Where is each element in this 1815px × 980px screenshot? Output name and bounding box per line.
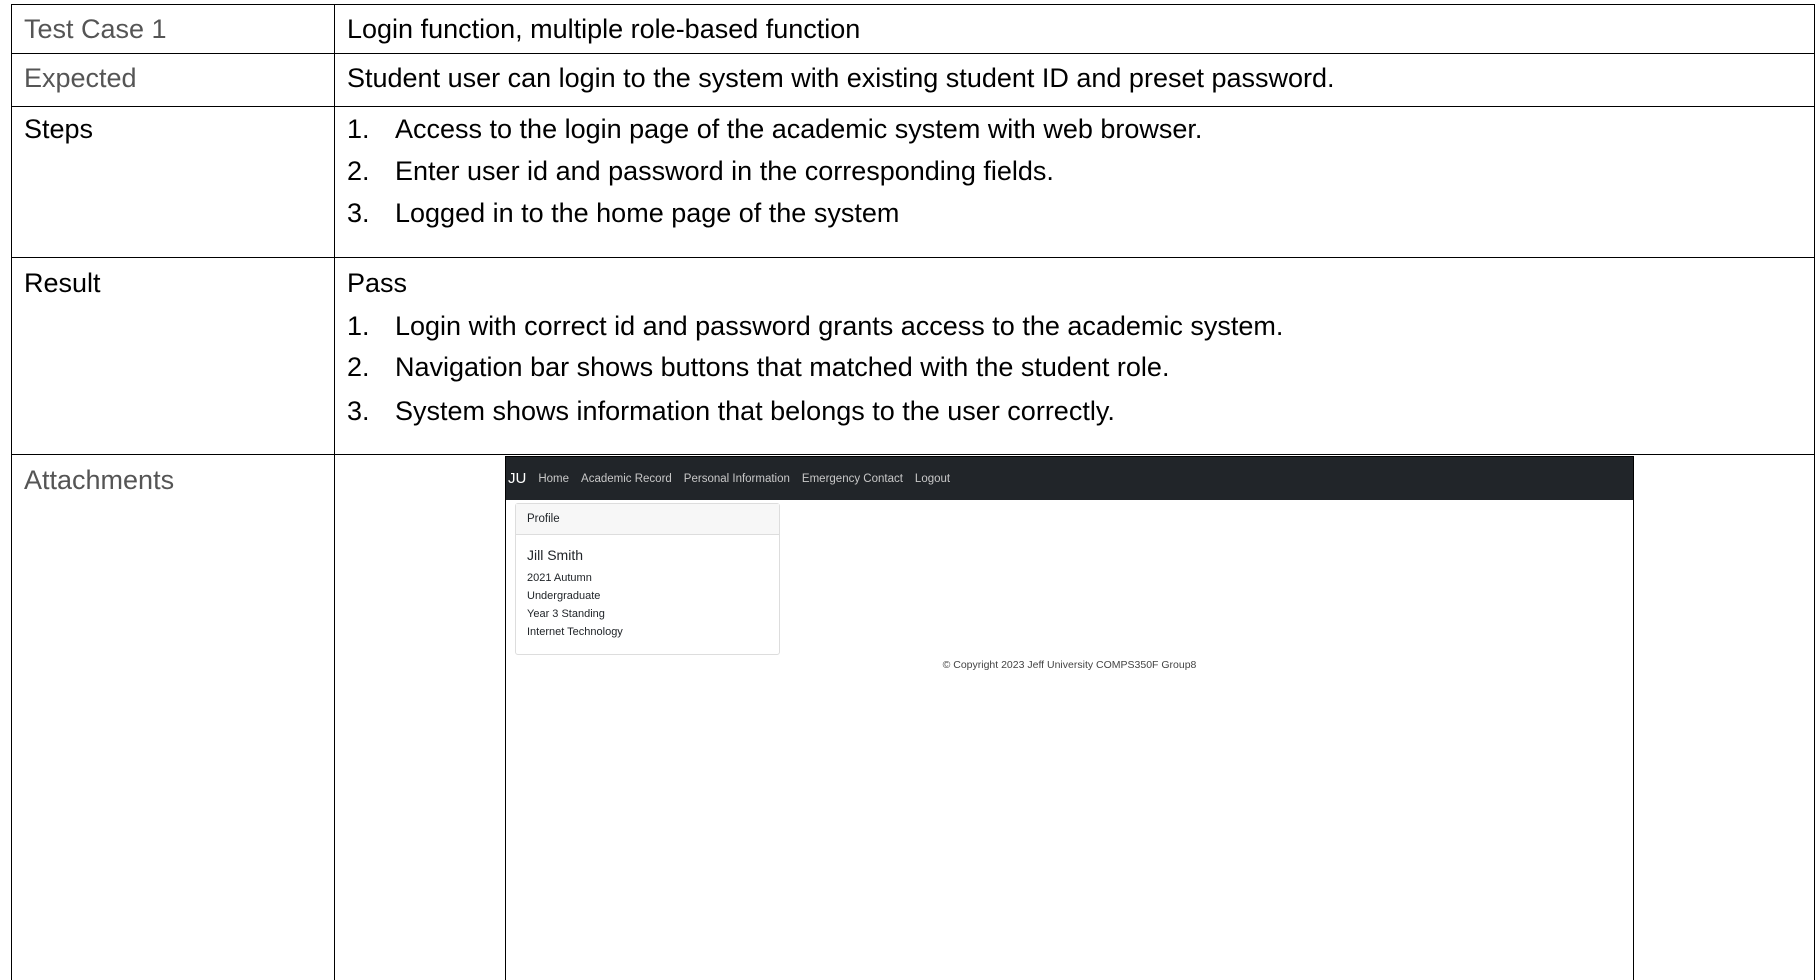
step-text: Access to the login page of the academic… bbox=[395, 113, 1203, 144]
list-item: 3. Logged in to the home page of the sys… bbox=[347, 191, 1814, 235]
list-item: 1. Login with correct id and password gr… bbox=[347, 308, 1814, 344]
attachments-label-cell: Attachments bbox=[11, 454, 335, 980]
nav-link-logout[interactable]: Logout bbox=[915, 473, 950, 485]
navbar: JU Home Academic Record Personal Informa… bbox=[506, 457, 1633, 500]
list-item: 1. Access to the login page of the acade… bbox=[347, 107, 1814, 151]
profile-standing: Year 3 Standing bbox=[527, 608, 605, 620]
nav-link-academic-record[interactable]: Academic Record bbox=[581, 473, 672, 485]
expected-label-cell: Expected bbox=[11, 53, 335, 107]
brand-logo[interactable]: JU bbox=[508, 470, 526, 487]
step-text: Enter user id and password in the corres… bbox=[395, 155, 1054, 186]
result-text: System shows information that belongs to… bbox=[395, 395, 1115, 426]
expected-label: Expected bbox=[24, 63, 137, 93]
list-item: 3. System shows information that belongs… bbox=[347, 390, 1814, 432]
result-text: Login with correct id and password grant… bbox=[395, 310, 1284, 341]
nav-link-emergency-contact[interactable]: Emergency Contact bbox=[802, 473, 903, 485]
step-number: 2. bbox=[347, 155, 370, 186]
test-case-label: Test Case 1 bbox=[24, 14, 167, 44]
step-number: 3. bbox=[347, 197, 370, 228]
result-list: Pass 1. Login with correct id and passwo… bbox=[334, 257, 1815, 455]
nav-link-personal-information[interactable]: Personal Information bbox=[684, 473, 790, 485]
attachments-label: Attachments bbox=[24, 464, 175, 495]
steps-label-cell: Steps bbox=[11, 106, 335, 258]
expected-value: Student user can login to the system wit… bbox=[347, 63, 1335, 93]
steps-list: 1. Access to the login page of the acade… bbox=[334, 106, 1815, 258]
profile-card-header: Profile bbox=[516, 504, 779, 535]
test-case-value: Login function, multiple role-based func… bbox=[347, 14, 861, 44]
footer-copyright: © Copyright 2023 Jeff University COMPS35… bbox=[942, 659, 1197, 671]
nav-link-home[interactable]: Home bbox=[538, 473, 569, 485]
result-number: 3. bbox=[347, 395, 370, 426]
test-case-label-cell: Test Case 1 bbox=[11, 4, 335, 54]
result-number: 1. bbox=[347, 310, 370, 341]
attachment-screenshot: JU Home Academic Record Personal Informa… bbox=[505, 456, 1634, 980]
list-item: 2. Navigation bar shows buttons that mat… bbox=[347, 344, 1814, 390]
profile-card: Profile Jill Smith 2021 Autumn Undergrad… bbox=[515, 503, 780, 655]
steps-label: Steps bbox=[24, 113, 94, 144]
result-label-cell: Result bbox=[11, 257, 335, 455]
result-label: Result bbox=[24, 267, 101, 298]
step-number: 1. bbox=[347, 113, 370, 144]
profile-level: Undergraduate bbox=[527, 590, 601, 602]
test-case-value-cell: Login function, multiple role-based func… bbox=[334, 4, 1815, 54]
profile-name: Jill Smith bbox=[527, 547, 584, 563]
profile-semester: 2021 Autumn bbox=[527, 572, 592, 584]
result-number: 2. bbox=[347, 351, 370, 382]
list-item: 2. Enter user id and password in the cor… bbox=[347, 151, 1814, 191]
result-status: Pass bbox=[347, 267, 408, 298]
step-text: Logged in to the home page of the system bbox=[395, 197, 900, 228]
profile-card-body: Jill Smith 2021 Autumn Undergraduate Yea… bbox=[516, 535, 779, 641]
result-text: Navigation bar shows buttons that matche… bbox=[395, 351, 1170, 382]
profile-programme: Internet Technology bbox=[527, 626, 623, 638]
expected-value-cell: Student user can login to the system wit… bbox=[334, 53, 1815, 107]
